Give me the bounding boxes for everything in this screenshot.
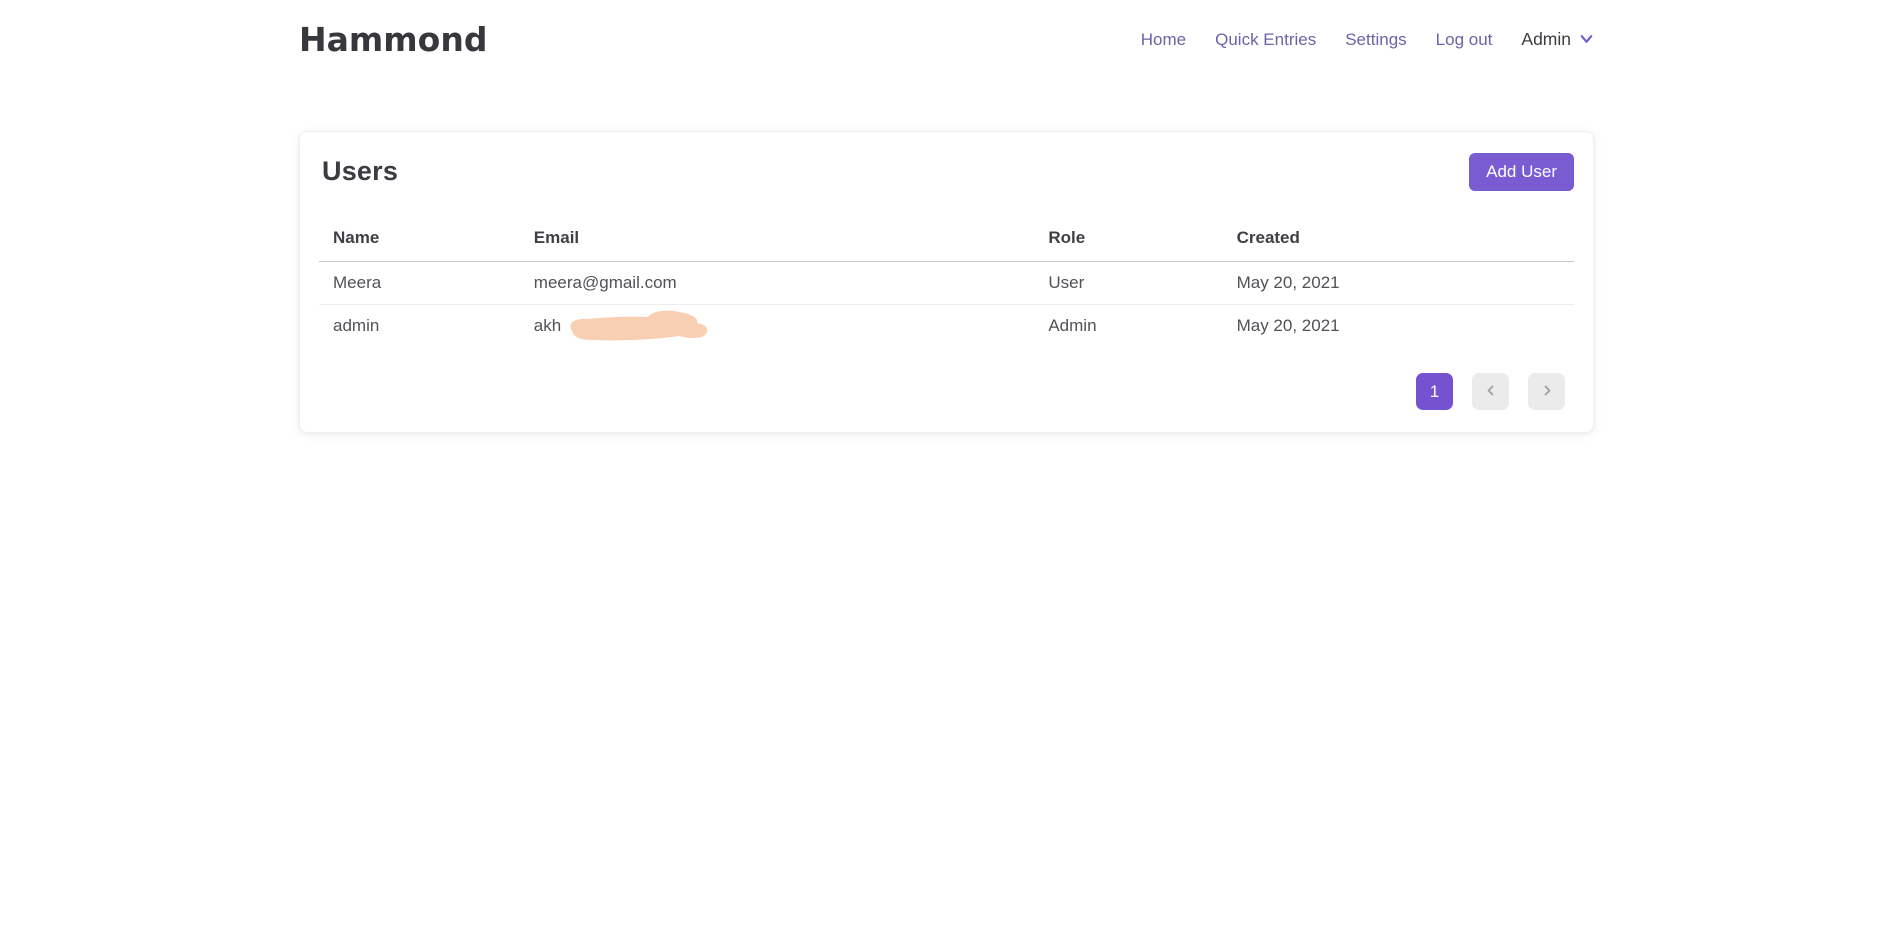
pagination-page-1-button[interactable]: 1 [1416,373,1453,410]
nav-link-home[interactable]: Home [1141,30,1186,50]
cell-email: akh [520,305,1035,348]
column-header-email: Email [520,222,1035,262]
add-user-button[interactable]: Add User [1469,153,1574,191]
chevron-right-icon [1541,382,1553,402]
page-title: Users [322,156,398,187]
main-nav: Home Quick Entries Settings Log out Admi… [1141,29,1594,51]
cell-name: admin [319,305,520,348]
users-card: Users Add User Name Email Role Created [299,131,1594,433]
cell-role: User [1034,262,1222,305]
brand-logo[interactable]: Hammond [299,20,487,59]
pagination: 1 [319,373,1574,410]
redaction-scribble [562,307,712,345]
column-header-role: Role [1034,222,1222,262]
cell-email-visible-text: akh [534,316,561,335]
table-header-row: Name Email Role Created [319,222,1574,262]
table-row: admin akh Admin May 20, 2021 [319,305,1574,348]
cell-name: Meera [319,262,520,305]
user-menu-label: Admin [1521,29,1571,50]
table-row: Meera meera@gmail.com User May 20, 2021 [319,262,1574,305]
nav-link-settings[interactable]: Settings [1345,30,1406,50]
chevron-down-icon [1579,29,1594,51]
column-header-name: Name [319,222,520,262]
column-header-created: Created [1223,222,1574,262]
cell-role: Admin [1034,305,1222,348]
nav-link-quick-entries[interactable]: Quick Entries [1215,30,1316,50]
nav-link-logout[interactable]: Log out [1436,30,1493,50]
users-table: Name Email Role Created Meera meera@gmai… [319,222,1574,347]
cell-created: May 20, 2021 [1223,305,1574,348]
top-navigation-bar: Hammond Home Quick Entries Settings Log … [299,0,1594,59]
page-container: Hammond Home Quick Entries Settings Log … [299,0,1594,433]
pagination-next-button[interactable] [1528,373,1565,410]
cell-email: meera@gmail.com [520,262,1035,305]
pagination-prev-button[interactable] [1472,373,1509,410]
chevron-left-icon [1485,382,1497,402]
user-menu-dropdown[interactable]: Admin [1521,29,1594,51]
cell-created: May 20, 2021 [1223,262,1574,305]
card-header: Users Add User [319,153,1574,191]
